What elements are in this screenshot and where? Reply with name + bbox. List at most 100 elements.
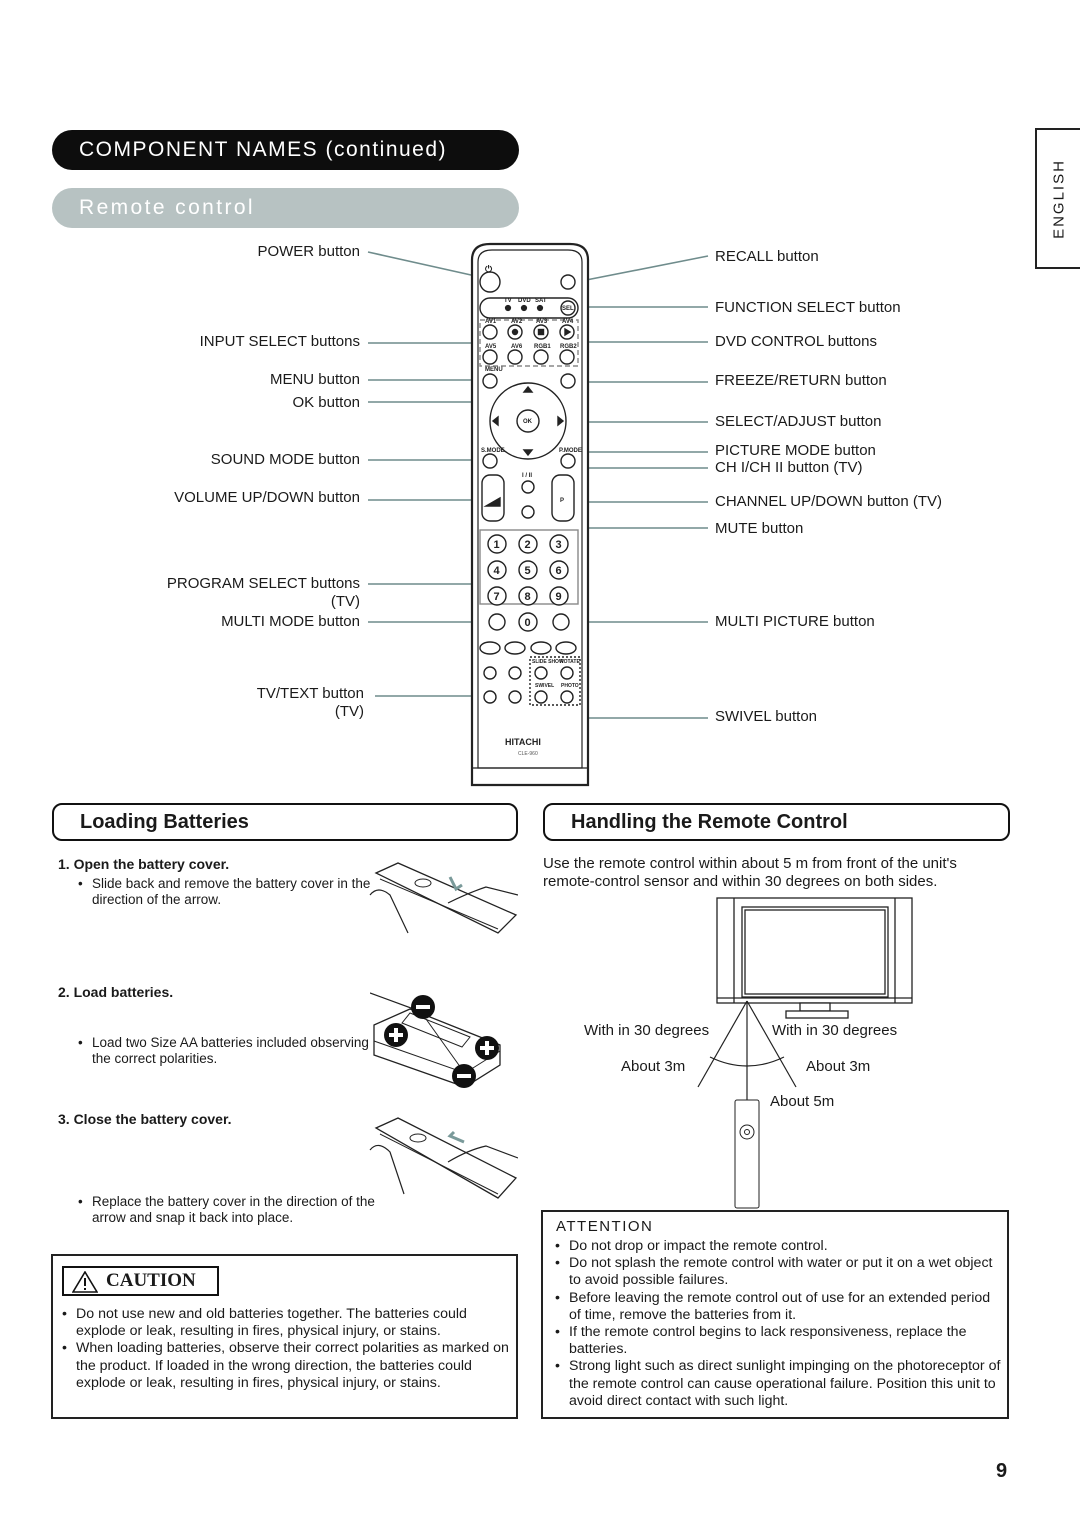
leader-input-select [368,328,477,360]
section-title: COMPONENT NAMES (continued) [52,130,519,170]
warning-icon [72,1271,98,1293]
rotate-key [560,666,574,680]
digit-key-label: 7 [494,591,500,603]
svg-text:ROTATE: ROTATE [560,659,580,665]
label-freeze-return: FREEZE/RETURN button [715,372,887,389]
step-3-body: Replace the battery cover in the directi… [76,1194,388,1226]
range-diagram [697,897,913,1209]
handling-intro: Use the remote control within about 5 m … [543,855,957,890]
picture-mode-key [560,453,576,469]
angle-left-label: With in 30 degrees [584,1022,710,1039]
caution-item: Do not use new and old batteries togethe… [60,1306,510,1340]
pause-key [507,349,523,365]
attention-item: If the remote control begins to lack res… [553,1324,1001,1358]
svg-text:⏻: ⏻ [485,264,493,274]
key-label-sel: SEL [562,306,574,312]
rewind-key [533,349,549,365]
attention-item: Before leaving the remote control out of… [553,1290,1001,1324]
svg-text:OK: OK [523,419,533,425]
digit-key-label: 1 [494,539,500,551]
color-key-yellow [530,641,552,655]
label-ch: CH I/CH II button (TV) [715,459,863,476]
remote-brand: HITACHI [505,737,541,747]
label-input-select: INPUT SELECT buttons [199,333,360,350]
svg-text:PHOTO: PHOTO [561,683,579,689]
caution-item: When loading batteries, observe their co… [60,1340,510,1392]
caution-badge: CAUTION [62,1266,219,1296]
label-tv-text: TV/TEXT button [256,685,364,702]
key-label-sat: SAT [535,298,547,304]
remote-model: CLE-960 [518,751,538,757]
multi-mode-key [488,613,506,631]
step-3-title: 3. Close the battery cover. [58,1111,232,1127]
label-menu: MENU button [269,371,360,388]
av5-key [482,349,498,365]
attention-list: Do not drop or impact the remote control… [553,1238,1001,1410]
recall-key [560,274,576,290]
forward-key [559,349,575,365]
step-2-body: Load two Size AA batteries included obse… [76,1035,382,1067]
svg-text:MENU: MENU [485,367,503,373]
slideshow-key [534,666,548,680]
label-function-select: FUNCTION SELECT button [715,299,901,316]
tv-icon [716,897,913,1019]
step-1-body: Slide back and remove the battery cover … [76,876,388,908]
svg-text:P: P [560,498,564,504]
page-number: 9 [996,1460,1008,1482]
digit-key-label: 5 [525,565,531,577]
label-multi-mode: MULTI MODE button [221,613,360,630]
svg-text:AV5: AV5 [485,344,497,350]
label-power: POWER button [257,243,360,260]
close-cover-illustration [369,1117,518,1199]
load-batteries-illustration [370,992,501,1088]
label-volume: VOLUME UP/DOWN button [174,489,360,506]
label-sound-mode: SOUND MODE button [210,451,360,468]
multi-picture-key [552,613,570,631]
angle-right-label: With in 30 degrees [772,1022,898,1039]
swivel-key [534,690,548,704]
svg-text:SWIVEL: SWIVEL [535,683,554,689]
arrow-icon [447,1130,465,1144]
freeze-key [560,373,576,389]
label-swivel: SWIVEL button [715,708,817,725]
svg-text:RGB2: RGB2 [560,344,577,350]
attention-item: Strong light such as direct sunlight imp… [553,1358,1001,1410]
digit-key-label: 8 [525,591,531,603]
color-key-blue [555,641,577,655]
label-select-adjust: SELECT/ADJUST button [715,413,882,430]
svg-text:I / II: I / II [522,473,532,479]
distance-center-label: About 5m [770,1093,835,1110]
digit-key-label: 0 [525,617,531,629]
attention-item: Do not drop or impact the remote control… [553,1238,1001,1255]
open-cover-illustration [369,862,518,934]
step-2-title: 2. Load batteries. [58,984,174,1000]
loading-batteries-heading: Loading Batteries [52,803,518,841]
key-label-tv: TV [504,298,512,304]
label-tv-text-note: (TV) [334,703,364,720]
digit-key-label: 2 [525,539,531,551]
leader-picture-mode [569,451,708,461]
color-key-green [504,641,526,655]
handling-heading: Handling the Remote Control [543,803,1010,841]
av1-key [482,324,498,340]
caution-label: CAUTION [106,1270,196,1291]
label-recall: RECALL button [715,248,819,265]
label-picture-mode: PICTURE MODE button [715,442,876,459]
svg-text:S.MODE: S.MODE [481,448,505,454]
caution-list: Do not use new and old batteries togethe… [60,1306,510,1392]
label-program-select-note: (TV) [330,593,360,610]
svg-text:AV2: AV2 [511,319,523,325]
label-mute: MUTE button [715,520,804,537]
label-program-select: PROGRAM SELECT buttons [166,575,360,592]
leader-recall [575,255,709,283]
digit-key-label: 6 [556,565,562,577]
svg-text:AV1: AV1 [485,319,497,325]
range-lines [697,1000,797,1105]
key-label-dvd: DVD [518,298,531,304]
photo-key [560,690,574,704]
distance-left-label: About 3m [621,1058,686,1075]
distance-right-label: About 3m [806,1058,871,1075]
mute-key [521,505,535,519]
digit-key-label: 9 [556,591,562,603]
label-dvd-control: DVD CONTROL buttons [715,333,877,350]
